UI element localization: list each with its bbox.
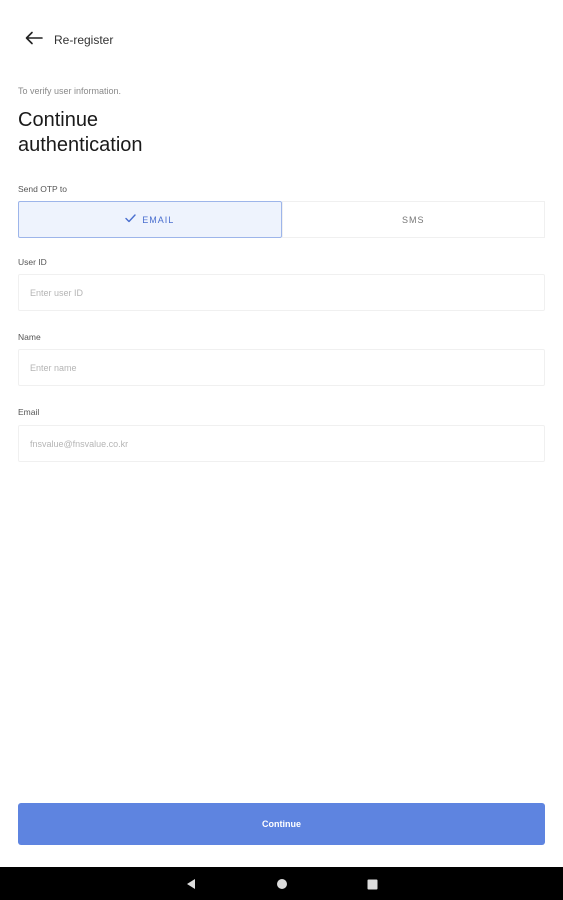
continue-button[interactable]: Continue <box>18 803 545 845</box>
back-button[interactable] <box>22 28 46 52</box>
email-field: fnsvalue@fnsvalue.co.kr <box>18 425 545 462</box>
re-register-screen: Re-register To verify user information. … <box>0 0 563 900</box>
otp-option-email[interactable]: EMAIL <box>18 201 282 238</box>
checkmark-icon <box>125 214 136 225</box>
system-navigation-bar <box>0 867 563 900</box>
otp-option-email-label: EMAIL <box>142 214 175 225</box>
back-triangle-icon[interactable] <box>183 876 199 892</box>
otp-method-selector: EMAIL SMS <box>18 201 545 238</box>
arrow-left-icon <box>25 31 43 50</box>
name-field-container <box>18 349 545 386</box>
home-circle-icon[interactable] <box>274 876 290 892</box>
otp-label: Send OTP to <box>18 184 67 194</box>
heading-line-2: authentication <box>18 134 143 156</box>
name-input[interactable] <box>30 362 544 373</box>
user-id-input[interactable] <box>30 287 544 298</box>
intro-heading: Continue authentication <box>18 108 318 158</box>
otp-option-sms[interactable]: SMS <box>281 201 545 238</box>
intro-subtitle: To verify user information. <box>18 86 122 96</box>
recents-square-icon[interactable] <box>364 876 380 892</box>
user-id-label: User ID <box>18 257 47 267</box>
top-bar: Re-register <box>0 0 563 80</box>
page-title: Re-register <box>54 33 114 47</box>
email-value: fnsvalue@fnsvalue.co.kr <box>30 438 129 449</box>
user-id-field-container <box>18 274 545 311</box>
heading-line-1: Continue <box>18 109 99 131</box>
otp-option-sms-label: SMS <box>401 214 425 225</box>
email-label: Email <box>18 407 40 417</box>
name-label: Name <box>18 332 41 342</box>
